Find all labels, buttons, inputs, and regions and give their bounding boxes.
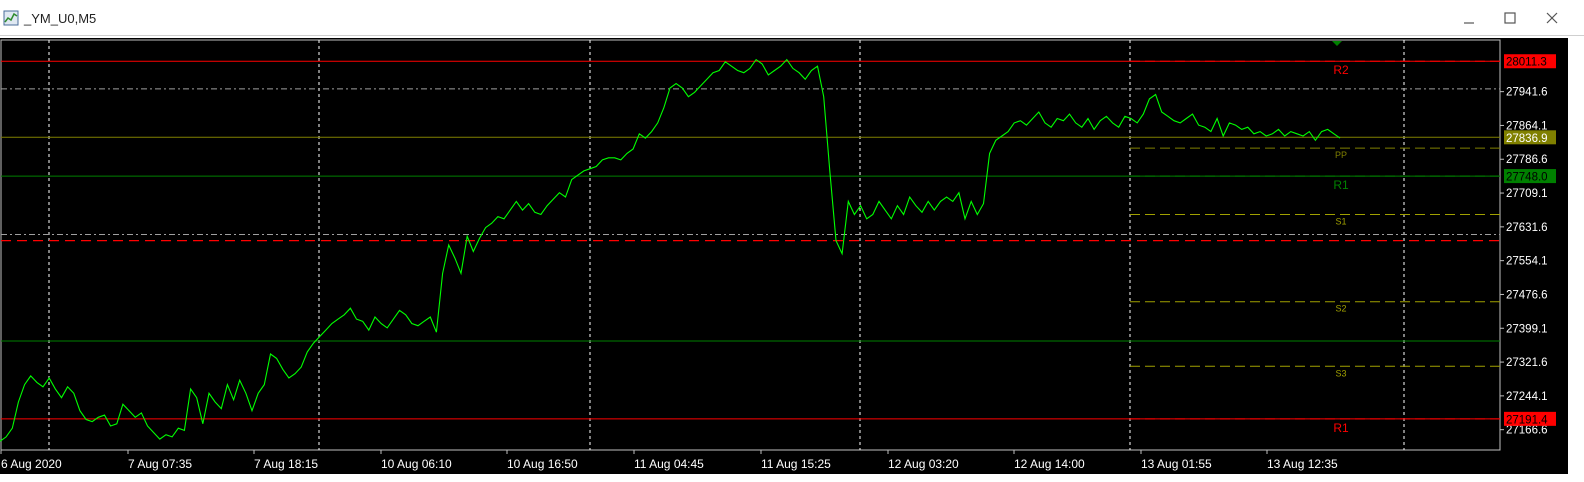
chart-area[interactable]: 6 Aug 2020 7 Aug 07:35 7 Aug 18:15 10 Aug 0… bbox=[0, 38, 1568, 474]
time-axis-label: 11 Aug 04:45 bbox=[634, 457, 704, 471]
time-axis-label: 13 Aug 12:35 bbox=[1267, 457, 1338, 471]
time-axis-label: 7 Aug 07:35 bbox=[128, 457, 192, 471]
pivot-label-s2: S2 bbox=[1335, 304, 1346, 314]
time-axis-label: 6 Aug 2020 bbox=[1, 457, 62, 471]
pivot-label-r1: R1 bbox=[1333, 421, 1349, 435]
price-tag-label: 27836.9 bbox=[1506, 133, 1548, 145]
window-titlebar: _YM_U0,M5 bbox=[0, 0, 1584, 36]
chart-app-icon bbox=[3, 10, 19, 26]
time-axis-label: 10 Aug 16:50 bbox=[507, 457, 578, 471]
price-axis-label: 27941.6 bbox=[1506, 87, 1548, 99]
price-axis-label: 27399.1 bbox=[1506, 323, 1548, 335]
time-axis-label: 7 Aug 18:15 bbox=[254, 457, 318, 471]
pivot-marker-icon bbox=[1332, 41, 1342, 46]
maximize-button[interactable] bbox=[1496, 6, 1524, 30]
pivot-label-s1: S1 bbox=[1335, 216, 1346, 226]
price-chart[interactable]: 6 Aug 2020 7 Aug 07:35 7 Aug 18:15 10 Aug 0… bbox=[0, 38, 1568, 474]
price-tag-label: 28011.3 bbox=[1506, 57, 1547, 69]
price-tag-label: 27191.4 bbox=[1506, 414, 1548, 426]
window-title: _YM_U0,M5 bbox=[24, 11, 97, 26]
window-edge-bottom bbox=[0, 474, 1568, 482]
time-axis-label: 13 Aug 01:55 bbox=[1141, 457, 1212, 471]
price-tag-label: 27748.0 bbox=[1506, 172, 1548, 184]
price-series-line[interactable] bbox=[0, 58, 1341, 442]
time-axis-label: 10 Aug 06:10 bbox=[381, 457, 452, 471]
window-edge bbox=[1568, 38, 1584, 482]
price-axis-label: 27166.6 bbox=[1506, 425, 1548, 437]
close-button[interactable] bbox=[1538, 6, 1566, 30]
price-axis-label: 27554.1 bbox=[1506, 256, 1548, 268]
pivot-label-r2: R2 bbox=[1333, 63, 1349, 77]
time-axis-label: 11 Aug 15:25 bbox=[761, 457, 831, 471]
time-axis-label: 12 Aug 03:20 bbox=[888, 457, 959, 471]
pivot-label-pp: PP bbox=[1335, 150, 1347, 160]
pivot-label-r1: R1 bbox=[1333, 178, 1349, 192]
price-axis-label: 27321.6 bbox=[1506, 357, 1548, 369]
price-axis-label: 27786.6 bbox=[1506, 154, 1548, 166]
price-axis-label: 27709.1 bbox=[1506, 188, 1548, 200]
price-axis-label: 27631.6 bbox=[1506, 222, 1548, 234]
minimize-button[interactable] bbox=[1455, 6, 1483, 30]
time-axis-label: 12 Aug 14:00 bbox=[1014, 457, 1085, 471]
price-axis-label: 27476.6 bbox=[1506, 289, 1548, 301]
price-axis-label: 27244.1 bbox=[1506, 391, 1548, 403]
pivot-label-s3: S3 bbox=[1335, 368, 1346, 378]
